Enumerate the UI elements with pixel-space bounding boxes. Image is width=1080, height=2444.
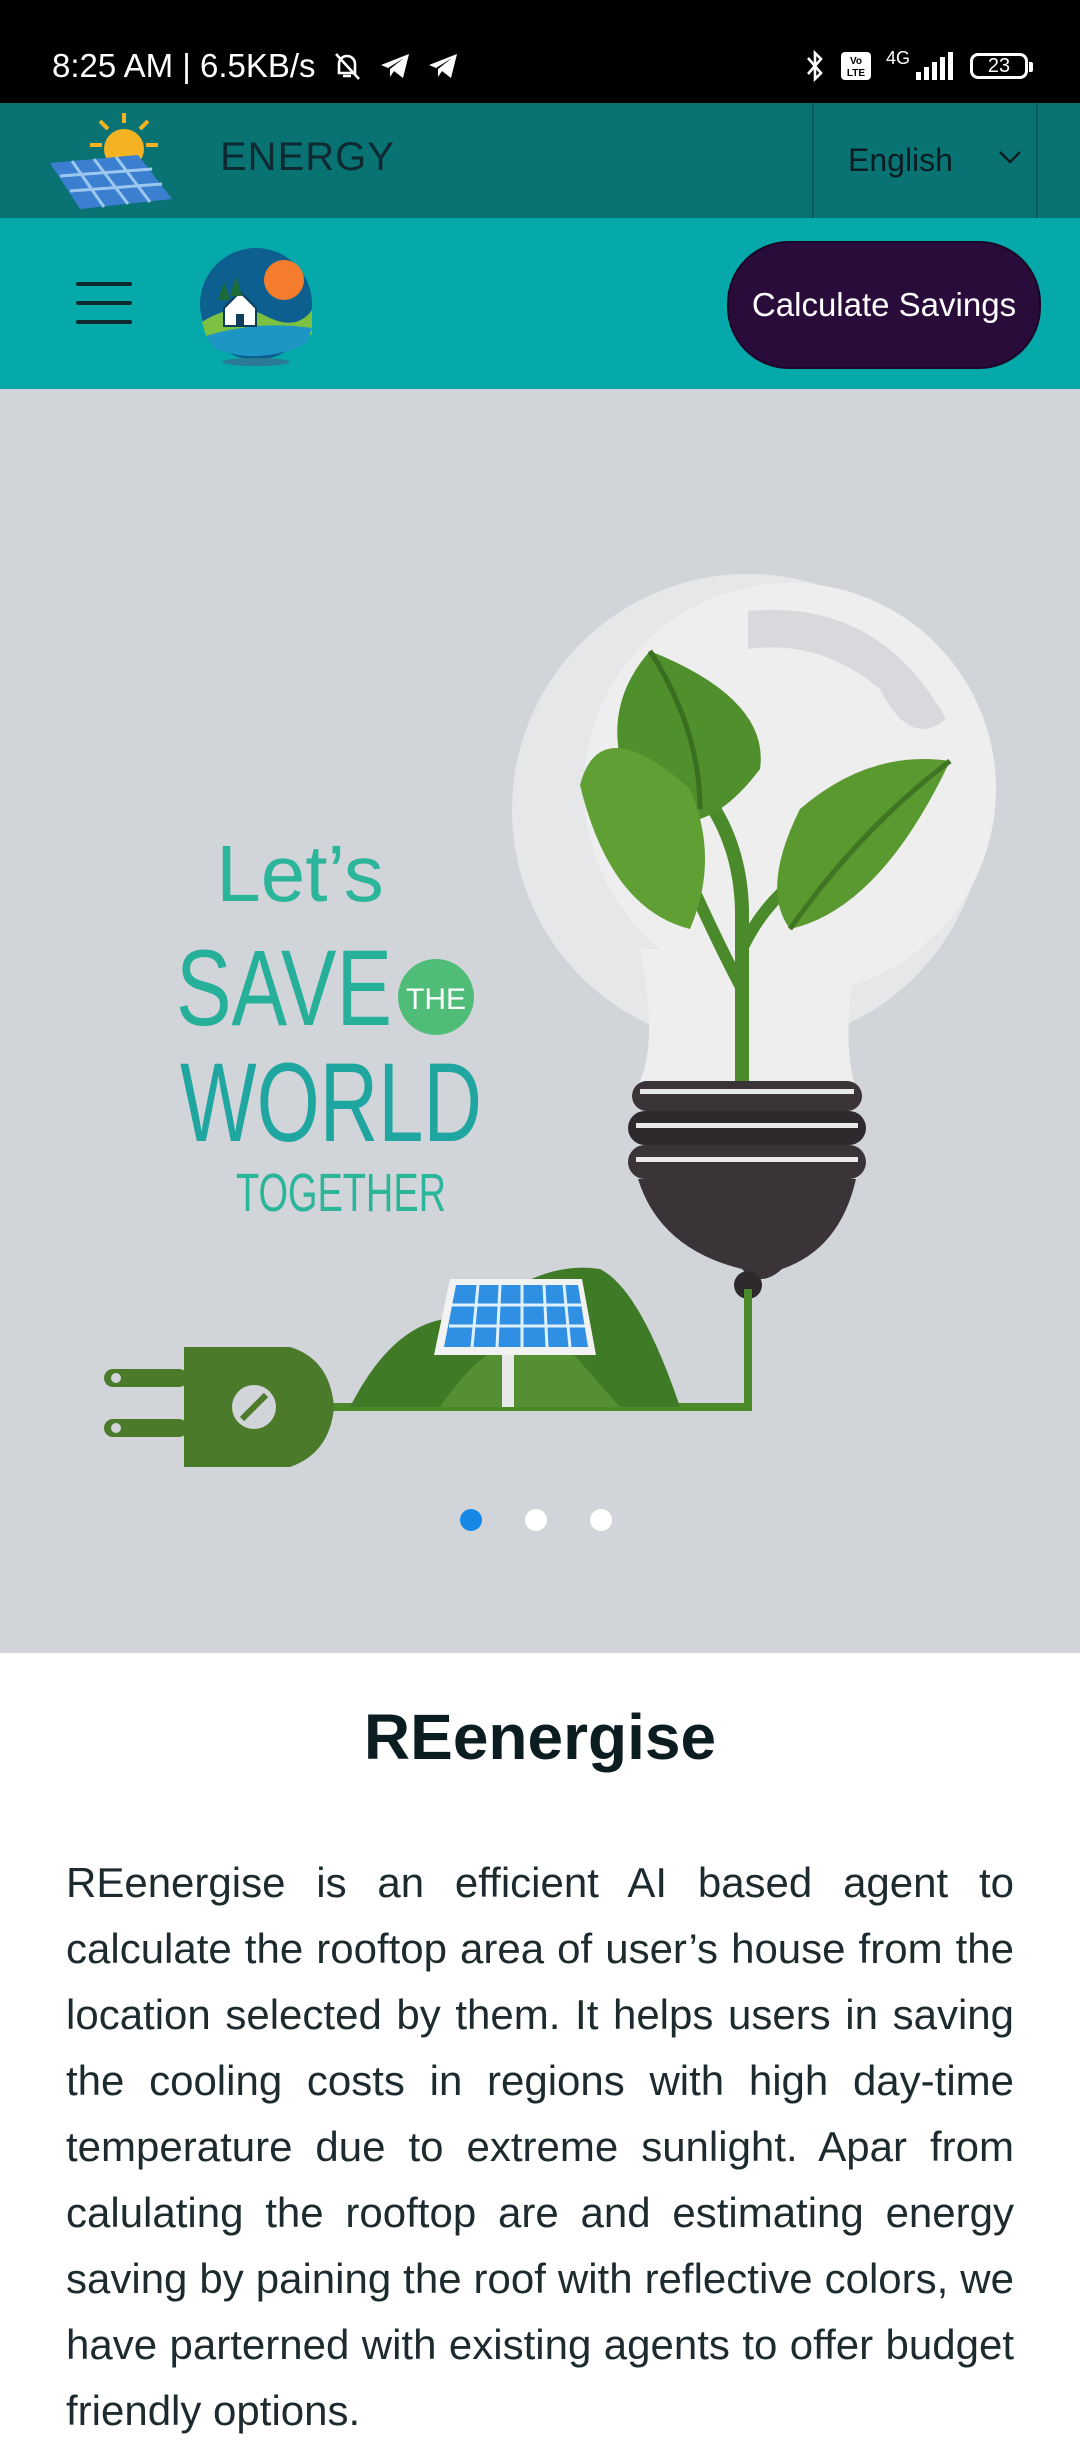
battery-level: 23 bbox=[987, 54, 1011, 77]
slogan-lets: Let’s bbox=[216, 829, 384, 918]
slogan-together: TOGETHER bbox=[236, 1163, 446, 1223]
slogan-save: SAVE bbox=[176, 927, 392, 1048]
bluetooth-icon bbox=[804, 49, 826, 83]
battery-icon: 23 bbox=[970, 53, 1033, 79]
section-title: REenergise bbox=[363, 1701, 717, 1773]
carousel-dot-2[interactable] bbox=[525, 1509, 547, 1531]
status-left: 8:25 AM | 6.5KB/s bbox=[52, 44, 460, 88]
language-select[interactable]: English bbox=[812, 103, 1038, 218]
section-description: REenergise is an efficient AI based agen… bbox=[66, 1859, 1014, 2434]
carousel-dot-3[interactable] bbox=[590, 1509, 612, 1531]
telegram-icon bbox=[426, 51, 460, 81]
slogan-the: THE bbox=[406, 983, 466, 1016]
carousel-indicators bbox=[460, 1509, 612, 1531]
status-time: 8:25 AM | 6.5KB/s bbox=[52, 47, 316, 84]
network-type: 4G bbox=[885, 47, 910, 68]
svg-text:LTE: LTE bbox=[847, 68, 865, 79]
calculate-savings-button[interactable]: Calculate Savings bbox=[727, 241, 1041, 369]
carousel-dot-1[interactable] bbox=[460, 1509, 482, 1531]
signal-icon bbox=[912, 50, 956, 82]
chevron-down-icon bbox=[998, 149, 1022, 170]
mute-bell-icon bbox=[330, 49, 364, 83]
svg-text:Vo: Vo bbox=[850, 56, 862, 67]
top-header: ENERGY English bbox=[0, 103, 1080, 218]
solar-sun-logo[interactable] bbox=[46, 113, 176, 209]
brand-name: ENERGY bbox=[220, 135, 395, 179]
language-value: English bbox=[848, 142, 953, 178]
status-bar: 8:25 AM | 6.5KB/s Vo LTE 4G 23 bbox=[0, 0, 1080, 103]
slogan-world: WORLD bbox=[180, 1040, 482, 1165]
volte-icon: Vo LTE bbox=[840, 51, 872, 81]
hero-carousel[interactable]: Let’s SAVE THE WORLD TOGETHER bbox=[0, 389, 1080, 1653]
menu-icon[interactable] bbox=[76, 282, 132, 328]
hero-illustration: Let’s SAVE THE WORLD TOGETHER bbox=[104, 574, 996, 1467]
nav-bar: Calculate Savings bbox=[0, 218, 1080, 389]
status-right: Vo LTE 4G 23 bbox=[804, 44, 1033, 88]
telegram-icon bbox=[378, 51, 412, 81]
home-landscape-logo[interactable] bbox=[196, 244, 316, 368]
